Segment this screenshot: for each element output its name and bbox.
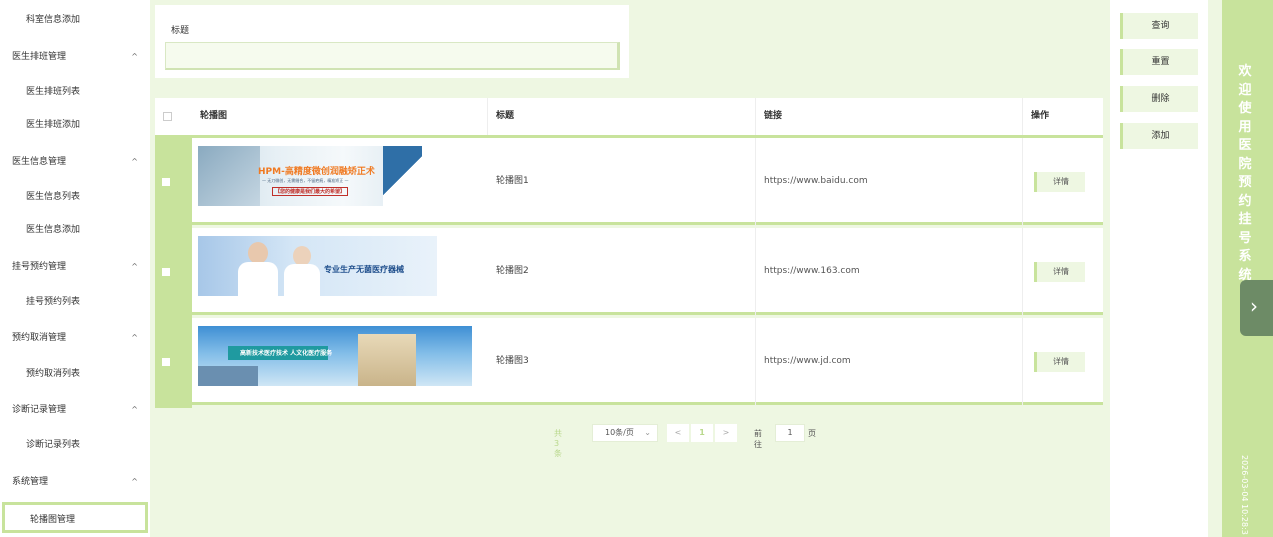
chevron-up-icon: ^ bbox=[131, 262, 138, 271]
column-header-image: 轮播图 bbox=[192, 98, 488, 135]
row-checkbox-cell bbox=[155, 318, 192, 408]
sidebar-group-diagnosis[interactable]: 诊断记录管理 ^ bbox=[12, 400, 140, 420]
total-count: 共 3 条 bbox=[554, 429, 562, 458]
sidebar-group-doctor-info[interactable]: 医生信息管理 ^ bbox=[12, 152, 140, 172]
sidebar-group-system[interactable]: 系统管理 ^ bbox=[12, 472, 140, 492]
row-link: https://www.baidu.com bbox=[756, 138, 1023, 225]
row-checkbox[interactable] bbox=[162, 268, 170, 276]
sidebar-group-label: 医生排班管理 bbox=[12, 52, 67, 62]
column-header-title: 标题 bbox=[488, 98, 756, 135]
row-title: 轮播图1 bbox=[488, 138, 756, 225]
page-size-value: 10条/页 bbox=[605, 428, 634, 437]
add-button[interactable]: 添加 bbox=[1120, 123, 1198, 149]
welcome-strip: 欢迎使用医院预约挂号系统 2026-03-04 10:28:3 bbox=[1222, 0, 1273, 537]
sidebar-group-label: 挂号预约管理 bbox=[12, 262, 67, 272]
row-checkbox[interactable] bbox=[162, 358, 170, 366]
chevron-up-icon: ^ bbox=[131, 477, 138, 486]
column-header-link: 链接 bbox=[756, 98, 1023, 135]
select-all-checkbox[interactable] bbox=[163, 112, 172, 121]
reset-button[interactable]: 重置 bbox=[1120, 49, 1198, 75]
goto-page-input[interactable]: 1 bbox=[775, 424, 805, 442]
chevron-up-icon: ^ bbox=[131, 52, 138, 61]
table-row: HPM-高精度微创润融矫正术 — 无刀微创，无需缝合，不留疤痕，精准矫正 — 【… bbox=[155, 138, 1103, 228]
sidebar-item-appointment-list[interactable]: 挂号预约列表 bbox=[26, 292, 80, 312]
sidebar-item-diagnosis-list[interactable]: 诊断记录列表 bbox=[26, 435, 80, 455]
sidebar-group-label: 医生信息管理 bbox=[12, 157, 67, 167]
column-header-action: 操作 bbox=[1031, 111, 1050, 121]
sidebar-group-doctor-schedule[interactable]: 医生排班管理 ^ bbox=[12, 47, 140, 67]
chevron-up-icon: ^ bbox=[131, 157, 138, 166]
row-checkbox[interactable] bbox=[162, 178, 170, 186]
chevron-down-icon: ⌄ bbox=[644, 428, 651, 437]
chevron-right-icon: › bbox=[1250, 294, 1258, 318]
detail-button[interactable]: 详情 bbox=[1034, 172, 1085, 192]
banner-title: 高新技术医疗技术 人文化医疗服务 bbox=[240, 350, 333, 357]
prev-page-button[interactable]: < bbox=[667, 424, 689, 442]
delete-button[interactable]: 删除 bbox=[1120, 86, 1198, 112]
query-button[interactable]: 查询 bbox=[1120, 13, 1198, 39]
sidebar-toggle-tab[interactable]: › bbox=[1240, 280, 1273, 336]
sidebar-group-label: 诊断记录管理 bbox=[12, 405, 67, 415]
row-title: 轮播图2 bbox=[488, 228, 756, 315]
search-title-input[interactable] bbox=[165, 42, 620, 70]
detail-button[interactable]: 详情 bbox=[1034, 352, 1085, 372]
sidebar-item-label: 轮播图管理 bbox=[30, 515, 76, 525]
main-content: 标题 轮播图 标题 链接 操作 HPM-高精度微创润融矫正术 — 无刀微创，无需… bbox=[150, 0, 1110, 537]
banner-subtitle: — 无刀微创，无需缝合，不留疤痕，精准矫正 — bbox=[262, 178, 349, 183]
sidebar-item-cancellation-list[interactable]: 预约取消列表 bbox=[26, 364, 80, 384]
row-checkbox-cell bbox=[155, 138, 192, 228]
sidebar-item-doctor-add[interactable]: 医生信息添加 bbox=[26, 220, 80, 240]
sidebar: 科室信息添加 医生排班管理 ^ 医生排班列表 医生排班添加 医生信息管理 ^ 医… bbox=[0, 0, 150, 537]
table-header: 轮播图 标题 链接 操作 bbox=[155, 98, 1103, 138]
search-panel: 标题 bbox=[155, 5, 629, 78]
table-row: 高新技术医疗技术 人文化医疗服务 轮播图3 https://www.jd.com… bbox=[155, 318, 1103, 408]
banner-tag: 【您的健康是我们最大的希望】 bbox=[272, 187, 349, 196]
row-checkbox-cell bbox=[155, 228, 192, 318]
row-title: 轮播图3 bbox=[488, 318, 756, 405]
sidebar-group-appointment[interactable]: 挂号预约管理 ^ bbox=[12, 257, 140, 277]
carousel-image: HPM-高精度微创润融矫正术 — 无刀微创，无需缝合，不留疤痕，精准矫正 — 【… bbox=[198, 146, 422, 206]
search-title-label: 标题 bbox=[171, 26, 190, 36]
table-row: 专业生产无菌医疗器械 轮播图2 https://www.163.com 详情 bbox=[155, 228, 1103, 318]
panel-gap bbox=[1208, 0, 1222, 537]
banner-title: HPM-高精度微创润融矫正术 bbox=[258, 167, 375, 177]
sidebar-group-label: 系统管理 bbox=[12, 477, 49, 487]
carousel-image: 高新技术医疗技术 人文化医疗服务 bbox=[198, 326, 472, 386]
page-number-current[interactable]: 1 bbox=[691, 424, 713, 442]
sidebar-item-schedule-list[interactable]: 医生排班列表 bbox=[26, 82, 80, 102]
page-size-select[interactable]: 10条/页 ⌄ bbox=[592, 424, 658, 442]
page-word-label: 页 bbox=[808, 429, 816, 438]
chevron-up-icon: ^ bbox=[131, 405, 138, 414]
sidebar-group-label: 预约取消管理 bbox=[12, 333, 67, 343]
action-panel: 查询 重置 删除 添加 bbox=[1110, 3, 1208, 537]
row-link: https://www.jd.com bbox=[756, 318, 1023, 405]
row-link: https://www.163.com bbox=[756, 228, 1023, 315]
next-page-button[interactable]: > bbox=[715, 424, 737, 442]
chevron-up-icon: ^ bbox=[131, 333, 138, 342]
detail-button[interactable]: 详情 bbox=[1034, 262, 1085, 282]
sidebar-group-cancellation[interactable]: 预约取消管理 ^ bbox=[12, 328, 140, 348]
sidebar-item-doctor-list[interactable]: 医生信息列表 bbox=[26, 187, 80, 207]
welcome-text: 欢迎使用医院预约挂号系统 bbox=[1238, 64, 1252, 283]
clock-text: 2026-03-04 10:28:3 bbox=[1240, 455, 1249, 535]
sidebar-item-carousel-manage[interactable]: 轮播图管理 bbox=[2, 502, 148, 533]
banner-title: 专业生产无菌医疗器械 bbox=[324, 265, 404, 274]
sidebar-item-schedule-add[interactable]: 医生排班添加 bbox=[26, 115, 80, 135]
sidebar-item-department-add[interactable]: 科室信息添加 bbox=[26, 10, 80, 30]
carousel-image: 专业生产无菌医疗器械 bbox=[198, 236, 437, 296]
goto-label: 前往 bbox=[754, 429, 762, 449]
